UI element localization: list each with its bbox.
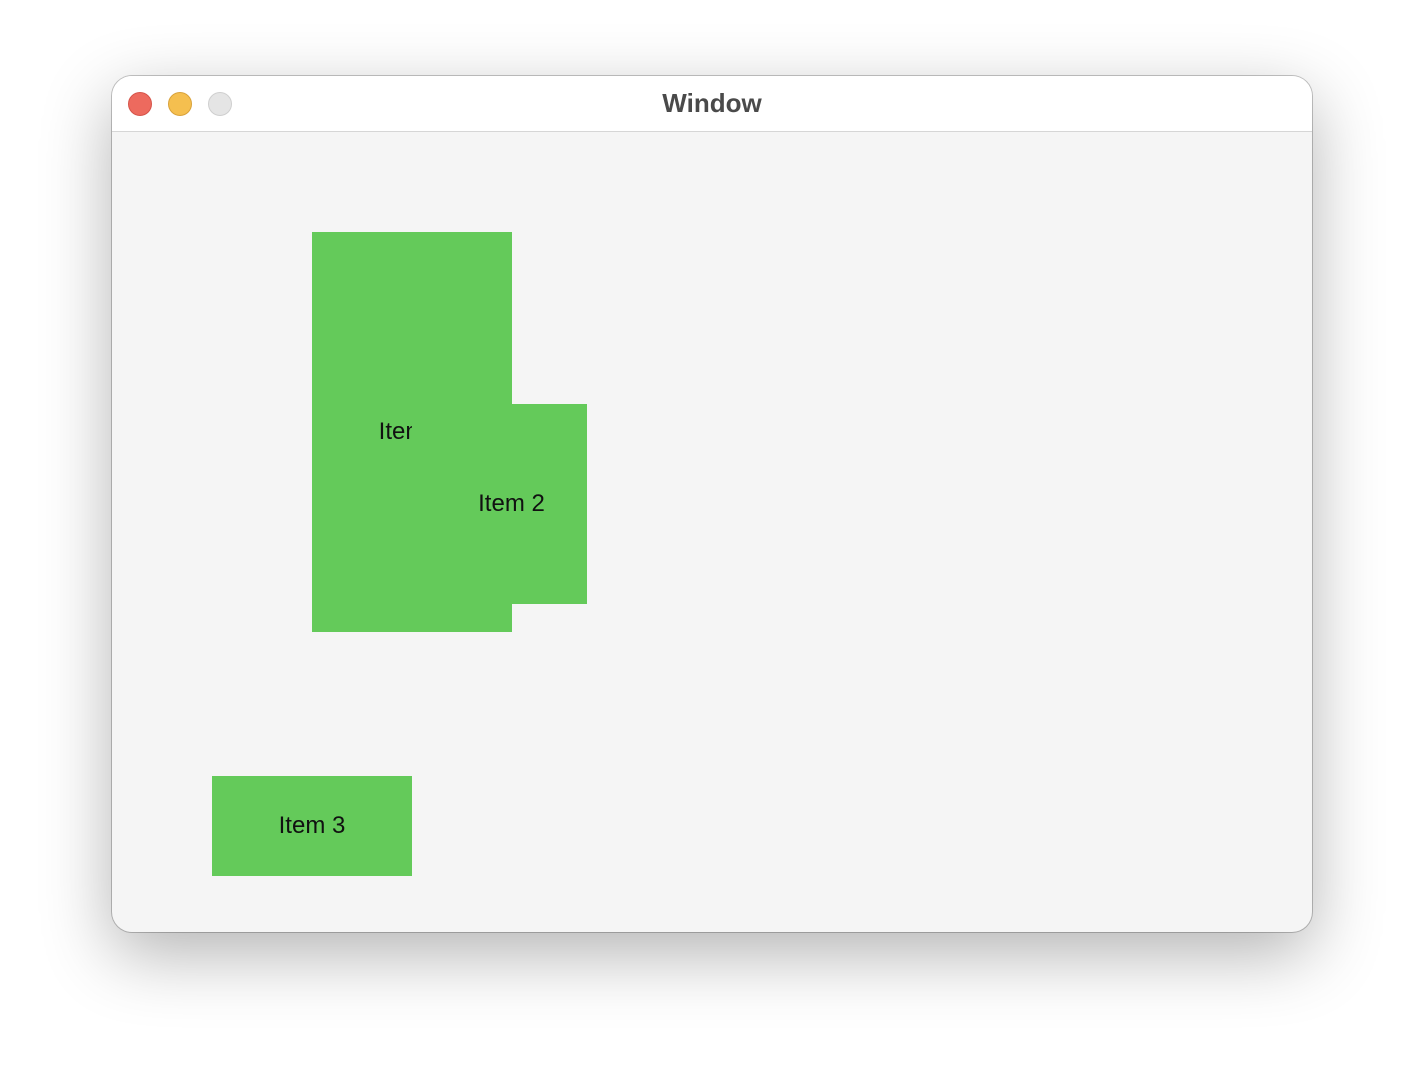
title-bar[interactable]: Window bbox=[112, 76, 1312, 132]
app-window: Window Item Item 2 Item 3 bbox=[112, 76, 1312, 932]
item-2[interactable]: Item 2 bbox=[412, 404, 587, 604]
item-3-label: Item 3 bbox=[278, 812, 346, 839]
window-title: Window bbox=[662, 88, 762, 118]
window-content: Item Item 2 Item 3 bbox=[112, 132, 1312, 932]
item-3[interactable]: Item 3 bbox=[212, 776, 412, 876]
item-2-label: Item 2 bbox=[478, 490, 545, 517]
